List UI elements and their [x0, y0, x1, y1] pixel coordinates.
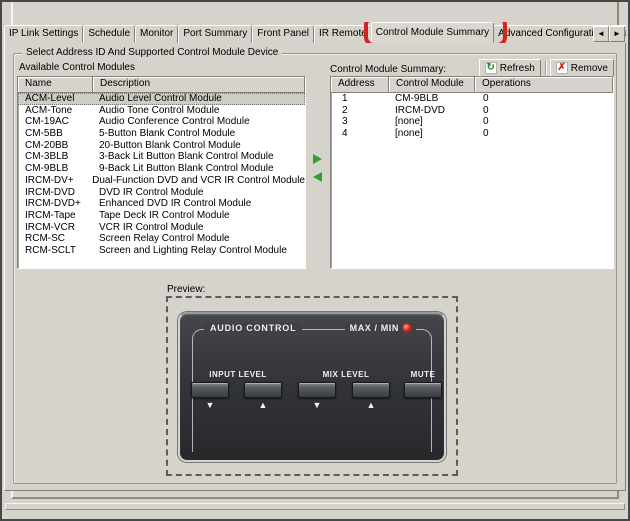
tab-page: Select Address ID And Supported Control …	[4, 42, 626, 491]
bottom-strip	[5, 503, 625, 510]
list-item[interactable]: RCM-SCScreen Relay Control Module	[18, 233, 305, 245]
preview-label: Preview:	[167, 284, 205, 295]
mix-level-down-button	[298, 382, 336, 398]
group-box: Select Address ID And Supported Control …	[13, 53, 617, 484]
list-item[interactable]: IRCM-DVDDVD IR Control Module	[18, 187, 305, 199]
remove-icon: ✗	[556, 62, 568, 74]
mix-level-label: MIX LEVEL	[323, 370, 370, 379]
tab-ir-remote[interactable]: IR Remote	[314, 25, 372, 43]
input-level-label: INPUT LEVEL	[209, 370, 267, 379]
add-module-arrow-icon[interactable]	[313, 154, 322, 164]
available-list-header: Name Description	[18, 77, 305, 93]
tab-scroll-right-icon[interactable]: ►	[609, 26, 625, 42]
list-item[interactable]: CM-9BLB9-Back Lit Button Blank Control M…	[18, 163, 305, 175]
max-min-indicator: MAX / MIN	[345, 323, 416, 333]
mix-level-up-button	[352, 382, 390, 398]
list-item[interactable]: CM-3BLB3-Back Lit Button Blank Control M…	[18, 151, 305, 163]
column-header-operations[interactable]: Operations	[475, 77, 613, 93]
column-header-control-module[interactable]: Control Module	[389, 77, 475, 93]
summary-list-header: Address Control Module Operations	[331, 77, 613, 93]
list-item[interactable]: ACM-LevelAudio Level Control Module	[18, 93, 305, 105]
table-row[interactable]: 1 CM-9BLB 0	[331, 93, 613, 105]
remove-module-arrow-icon[interactable]	[313, 172, 322, 182]
tab-scroll-buttons: ◄ ►	[593, 26, 625, 42]
list-item[interactable]: CM-20BB20-Button Blank Control Module	[18, 140, 305, 152]
list-item[interactable]: CM-5BB5-Button Blank Control Module	[18, 128, 305, 140]
column-header-name[interactable]: Name	[18, 77, 93, 93]
led-icon	[403, 324, 411, 332]
tab-bar: IP Link Settings Schedule Monitor Port S…	[4, 22, 626, 43]
tab-front-panel[interactable]: Front Panel	[252, 25, 314, 43]
tab-control-module-summary-label: Control Module Summary	[376, 27, 489, 38]
tab-schedule[interactable]: Schedule	[83, 25, 135, 43]
up-arrow-icon: ▲	[259, 400, 268, 410]
tab-scroll-left-icon[interactable]: ◄	[593, 26, 609, 42]
list-item[interactable]: ACM-ToneAudio Tone Control Module	[18, 105, 305, 117]
preview-area: AUDIO CONTROL MAX / MIN INPUT LEVEL MIX …	[166, 296, 458, 476]
up-arrow-icon: ▲	[367, 400, 376, 410]
refresh-icon: ↻	[485, 62, 497, 74]
summary-list[interactable]: Address Control Module Operations 1 CM-9…	[330, 76, 614, 269]
column-header-address[interactable]: Address	[331, 77, 389, 93]
down-arrow-icon: ▼	[313, 400, 322, 410]
refresh-button-label: Refresh	[500, 63, 535, 74]
max-min-label: MAX / MIN	[350, 323, 399, 333]
panel-title: AUDIO CONTROL	[204, 323, 302, 333]
mute-label: MUTE	[411, 370, 436, 379]
remove-button-label: Remove	[571, 63, 608, 74]
tab-control-module-summary[interactable]: Control Module Summary	[371, 22, 494, 43]
column-header-description[interactable]: Description	[93, 77, 305, 93]
tab-ip-link-settings[interactable]: IP Link Settings	[4, 25, 83, 43]
toolbar-separator	[545, 61, 546, 75]
list-item[interactable]: RCM-SCLTScreen and Lighting Relay Contro…	[18, 245, 305, 257]
input-level-down-button	[191, 382, 229, 398]
tab-monitor[interactable]: Monitor	[135, 25, 178, 43]
list-item[interactable]: IRCM-DVD+Enhanced DVD IR Control Module	[18, 198, 305, 210]
down-arrow-icon: ▼	[206, 400, 215, 410]
list-item[interactable]: IRCM-DV+Dual-Function DVD and VCR IR Con…	[18, 175, 305, 187]
list-item[interactable]: IRCM-TapeTape Deck IR Control Module	[18, 210, 305, 222]
table-row[interactable]: 3 [none] 0	[331, 116, 613, 128]
available-modules-label: Available Control Modules	[19, 62, 135, 73]
table-row[interactable]: 4 [none] 0	[331, 128, 613, 140]
table-row[interactable]: 2 IRCM-DVD 0	[331, 105, 613, 117]
tab-port-summary[interactable]: Port Summary	[178, 25, 252, 43]
group-box-title: Select Address ID And Supported Control …	[22, 47, 282, 58]
list-item[interactable]: IRCM-VCRVCR IR Control Module	[18, 222, 305, 234]
list-item[interactable]: CM-19ACAudio Conference Control Module	[18, 116, 305, 128]
input-level-up-button	[244, 382, 282, 398]
remove-button[interactable]: ✗ Remove	[550, 59, 614, 77]
available-modules-list[interactable]: Name Description ACM-LevelAudio Level Co…	[17, 76, 306, 269]
dialog-window: IP Link Settings Schedule Monitor Port S…	[0, 0, 630, 521]
mute-button-preview	[404, 382, 442, 398]
audio-control-panel-preview: AUDIO CONTROL MAX / MIN INPUT LEVEL MIX …	[178, 312, 446, 462]
summary-label: Control Module Summary:	[330, 64, 446, 75]
refresh-button[interactable]: ↻ Refresh	[479, 59, 541, 77]
summary-toolbar: ↻ Refresh ✗ Remove	[479, 59, 614, 77]
